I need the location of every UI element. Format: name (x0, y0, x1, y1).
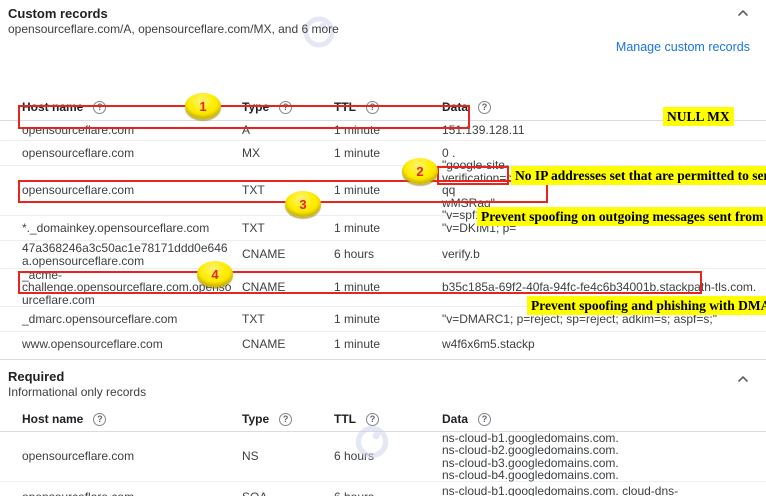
column-header-ttl: TTL? (334, 413, 442, 426)
record-ttl: 1 minute (334, 338, 442, 351)
record-type: TXT (242, 222, 334, 235)
table-header-row: Host name? Type? TTL? Data? (0, 408, 766, 432)
help-icon[interactable]: ? (366, 101, 379, 114)
record-type: TXT (242, 313, 334, 326)
dns-records-page: Custom records opensourceflare.com/A, op… (0, 0, 766, 496)
record-type: A (242, 124, 334, 137)
record-type: CNAME (242, 281, 334, 294)
record-type: CNAME (242, 338, 334, 351)
record-data: "google-site- verification=cR0oLVoQbJBun… (442, 159, 766, 222)
record-ttl: 1 minute (334, 124, 442, 137)
manage-custom-records-link[interactable]: Manage custom records (616, 40, 750, 54)
column-header-data: Data? (442, 413, 766, 426)
table-row[interactable]: _acme- challenge.opensourceflare.com.ope… (0, 269, 766, 307)
column-header-hostname: Host name? (22, 101, 242, 114)
table-row[interactable]: 47a368246a3c50ac1e78171ddd0e646 a.openso… (0, 241, 766, 269)
record-type: SOA (242, 491, 334, 496)
custom-records-table: Host name? Type? TTL? Data? opensourcefl… (0, 95, 766, 356)
column-label: TTL (334, 413, 356, 426)
table-header-row: Host name? Type? TTL? Data? (0, 95, 766, 121)
help-icon[interactable]: ? (279, 413, 292, 426)
column-label: Type (242, 101, 269, 114)
help-icon[interactable]: ? (93, 101, 106, 114)
section-subtitle: Informational only records (8, 385, 750, 400)
help-icon[interactable]: ? (478, 101, 491, 114)
section-title: Custom records (8, 6, 750, 21)
custom-records-header: Custom records opensourceflare.com/A, op… (0, 0, 766, 37)
record-hostname: opensourceflare.com (22, 124, 242, 137)
column-label: Data (442, 101, 468, 114)
chevron-up-icon[interactable] (736, 6, 750, 20)
record-hostname: _acme- challenge.opensourceflare.com.ope… (22, 269, 242, 307)
help-icon[interactable]: ? (478, 413, 491, 426)
record-type: MX (242, 147, 334, 160)
section-title: Required (8, 369, 750, 384)
record-type: NS (242, 450, 334, 463)
record-data: 151.139.128.11 (442, 124, 766, 137)
column-label: TTL (334, 101, 356, 114)
table-row[interactable]: _dmarc.opensourceflare.com TXT 1 minute … (0, 307, 766, 332)
record-hostname: *._domainkey.opensourceflare.com (22, 222, 242, 235)
record-ttl: 6 hours (334, 450, 442, 463)
record-data: verify.b (442, 248, 766, 261)
required-records-table: Host name? Type? TTL? Data? opensourcefl… (0, 408, 766, 496)
record-data: ns-cloud-b1.googledomains.com. cloud-dns… (442, 485, 766, 496)
record-ttl: 1 minute (334, 184, 442, 197)
column-label: Host name (22, 413, 83, 426)
table-row[interactable]: opensourceflare.com SOA 6 hours ns-cloud… (0, 482, 766, 496)
column-label: Data (442, 413, 468, 426)
column-header-data: Data? (442, 101, 766, 114)
record-data: w4f6x6m5.stackp (442, 338, 766, 351)
record-type: CNAME (242, 248, 334, 261)
column-header-type: Type? (242, 413, 334, 426)
table-row[interactable]: opensourceflare.com A 1 minute 151.139.1… (0, 121, 766, 141)
chevron-up-icon[interactable] (736, 372, 750, 386)
column-header-ttl: TTL? (334, 101, 442, 114)
record-ttl: 1 minute (334, 147, 442, 160)
record-hostname: opensourceflare.com (22, 450, 242, 463)
table-row[interactable]: www.opensourceflare.com CNAME 1 minute w… (0, 332, 766, 356)
record-hostname: opensourceflare.com (22, 147, 242, 160)
table-row[interactable]: opensourceflare.com TXT 1 minute "google… (0, 166, 766, 216)
record-hostname: opensourceflare.com (22, 184, 242, 197)
section-subtitle: opensourceflare.com/A, opensourceflare.c… (8, 22, 750, 37)
record-ttl: 1 minute (334, 281, 442, 294)
record-hostname: www.opensourceflare.com (22, 338, 242, 351)
record-hostname: opensourceflare.com (22, 491, 242, 496)
column-label: Host name (22, 101, 83, 114)
column-header-type: Type? (242, 101, 334, 114)
record-hostname: _dmarc.opensourceflare.com (22, 313, 242, 326)
required-records-header: Required Informational only records (0, 360, 766, 400)
table-row[interactable]: opensourceflare.com NS 6 hours ns-cloud-… (0, 432, 766, 482)
help-icon[interactable]: ? (279, 101, 292, 114)
record-hostname: 47a368246a3c50ac1e78171ddd0e646 a.openso… (22, 242, 242, 267)
column-header-hostname: Host name? (22, 413, 242, 426)
record-type: TXT (242, 184, 334, 197)
record-ttl: 1 minute (334, 313, 442, 326)
record-ttl: 1 minute (334, 222, 442, 235)
help-icon[interactable]: ? (366, 413, 379, 426)
column-label: Type (242, 413, 269, 426)
record-data: ns-cloud-b1.googledomains.com. ns-cloud-… (442, 432, 766, 482)
record-data: b35c185a-69f2-40fa-94fc-fe4c6b34001b.sta… (442, 281, 766, 294)
record-data: "v=DKIM1; p=" (442, 222, 766, 235)
help-icon[interactable]: ? (93, 413, 106, 426)
record-data: "v=DMARC1; p=reject; sp=reject; adkim=s;… (442, 313, 766, 326)
record-ttl: 6 hours (334, 491, 442, 496)
record-ttl: 6 hours (334, 248, 442, 261)
